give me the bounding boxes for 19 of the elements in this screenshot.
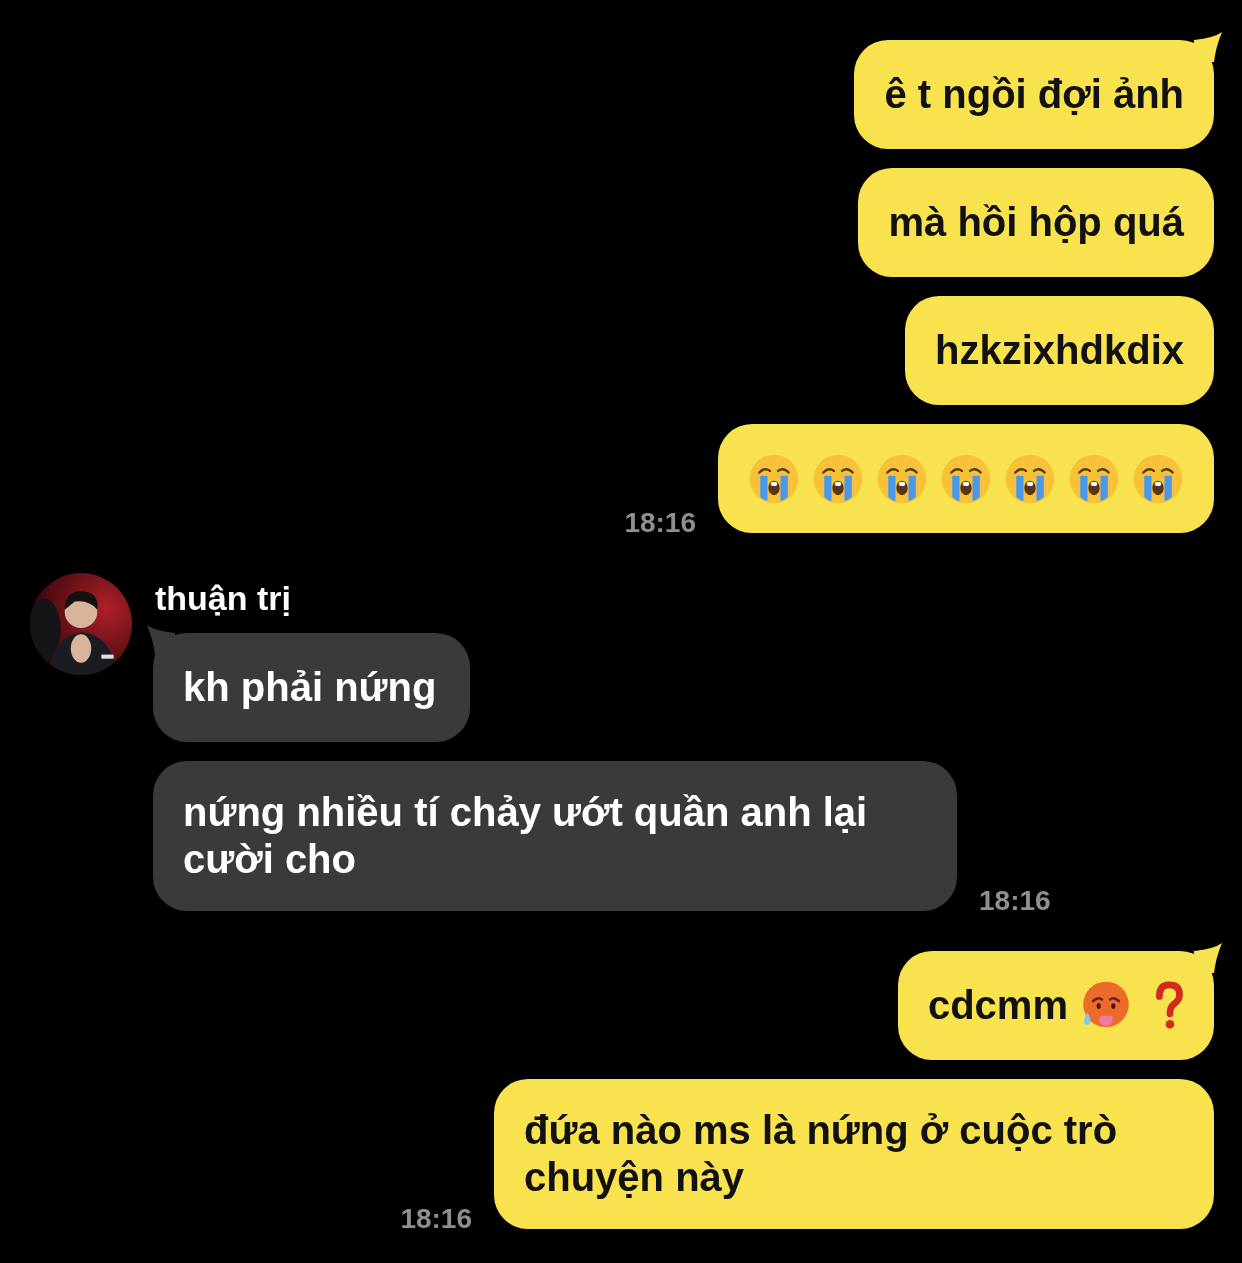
crying-face-icon	[1068, 452, 1120, 505]
timestamp: 18:16	[400, 1203, 472, 1235]
sender-name: thuận trị	[155, 578, 291, 619]
question-mark-icon	[1154, 980, 1184, 1031]
message-text: kh phải nứng	[183, 664, 437, 711]
crying-face-icon	[940, 452, 992, 505]
crying-face-icon	[812, 452, 864, 505]
crying-face-icon	[1132, 452, 1184, 505]
crying-face-icon	[748, 452, 800, 505]
message-text: hzkzixhdkdix	[935, 327, 1184, 374]
message-text: cdcmm	[927, 982, 1068, 1029]
message-text: ê t ngồi đợi ảnh	[884, 71, 1184, 118]
message-text: đứa nào ms là nứng ở cuộc trò chuyện này	[524, 1107, 1119, 1201]
message-text: mà hồi hộp quá	[888, 199, 1184, 246]
crying-face-icon	[1004, 452, 1056, 505]
timestamp: 18:16	[624, 507, 696, 539]
crying-face-icon	[876, 452, 928, 505]
timestamp: 18:16	[979, 885, 1051, 917]
message-text: nứng nhiều tí chảy ướt quần anh lại cười cho	[183, 789, 869, 883]
